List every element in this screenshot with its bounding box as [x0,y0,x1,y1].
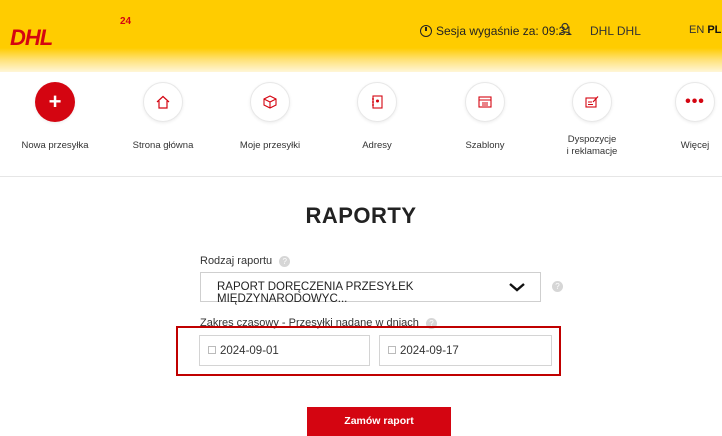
nav-label: Nowa przesyłka [21,140,89,151]
plus-icon: + [35,82,75,122]
home-icon [143,82,183,122]
box-icon [250,82,290,122]
nav-label: Więcej [680,140,710,151]
order-report-button[interactable]: Zamów raport [307,407,451,436]
nav-label-line2: i reklamacje [566,146,618,157]
nav-item-addresses[interactable]: Adresy [322,82,432,152]
session-timer: Sesja wygaśnie za: 09:31 [420,24,572,38]
report-type-value: RAPORT DORĘCZENIA PRZESYŁEK MIĘDZYNARODO… [217,281,414,305]
date-from-value: 2024-09-01 [220,345,279,357]
date-to-input[interactable]: 2024-09-17 [379,335,552,366]
date-from-input[interactable]: 2024-09-01 [199,335,370,366]
main-nav: + Nowa przesyłka Strona główna Moje prze… [0,82,722,172]
user-icon[interactable] [558,22,572,36]
report-type-help-icon[interactable]: ? [552,281,563,292]
nav-label: Adresy [362,140,392,151]
page-title: RAPORTY [305,203,417,228]
nav-item-more[interactable]: ••• Więcej [640,82,722,152]
report-type-label-text: Rodzaj raportu [200,255,273,267]
language-switcher[interactable]: EN PL [689,24,721,36]
dhl-logo[interactable]: DHL 24 [10,16,132,50]
dhl-24-badge: 24 [120,16,132,27]
chevron-down-icon [509,283,525,292]
report-type-select[interactable]: RAPORT DORĘCZENIA PRZESYŁEK MIĘDZYNARODO… [200,272,541,305]
top-header: DHL 24 Sesja wygaśnie za: 09:31 DHL DHL … [0,0,722,72]
calendar-icon [388,346,396,354]
clock-icon [420,25,432,37]
complaint-icon [572,82,612,122]
nav-item-my-shipments[interactable]: Moje przesyłki [215,82,325,152]
more-icon: ••• [675,82,715,122]
session-text: Sesja wygaśnie za: 09:31 [436,24,573,38]
nav-label-line1: Dyspozycje [567,134,617,145]
help-icon[interactable]: ? [279,255,291,267]
nav-label: Dyspozycje i reklamacje [537,134,647,158]
dhl-logo-text: DHL [10,25,53,50]
nav-item-templates[interactable]: Szablony [430,82,540,152]
nav-item-complaints[interactable]: Dyspozycje i reklamacje [537,82,647,158]
template-icon [465,82,505,122]
lang-pl[interactable]: PL [707,24,721,36]
nav-divider [0,176,722,177]
nav-item-new-shipment[interactable]: + Nowa przesyłka [0,82,110,152]
address-book-icon [357,82,397,122]
nav-label: Strona główna [132,140,194,151]
nav-label: Moje przesyłki [239,140,301,151]
lang-en[interactable]: EN [689,24,704,36]
calendar-icon [208,346,216,354]
user-name[interactable]: DHL DHL [590,24,641,38]
date-to-value: 2024-09-17 [400,345,459,357]
nav-label: Szablony [465,140,505,151]
nav-item-home[interactable]: Strona główna [108,82,218,152]
report-type-label: Rodzaj raportu ? [200,255,291,267]
